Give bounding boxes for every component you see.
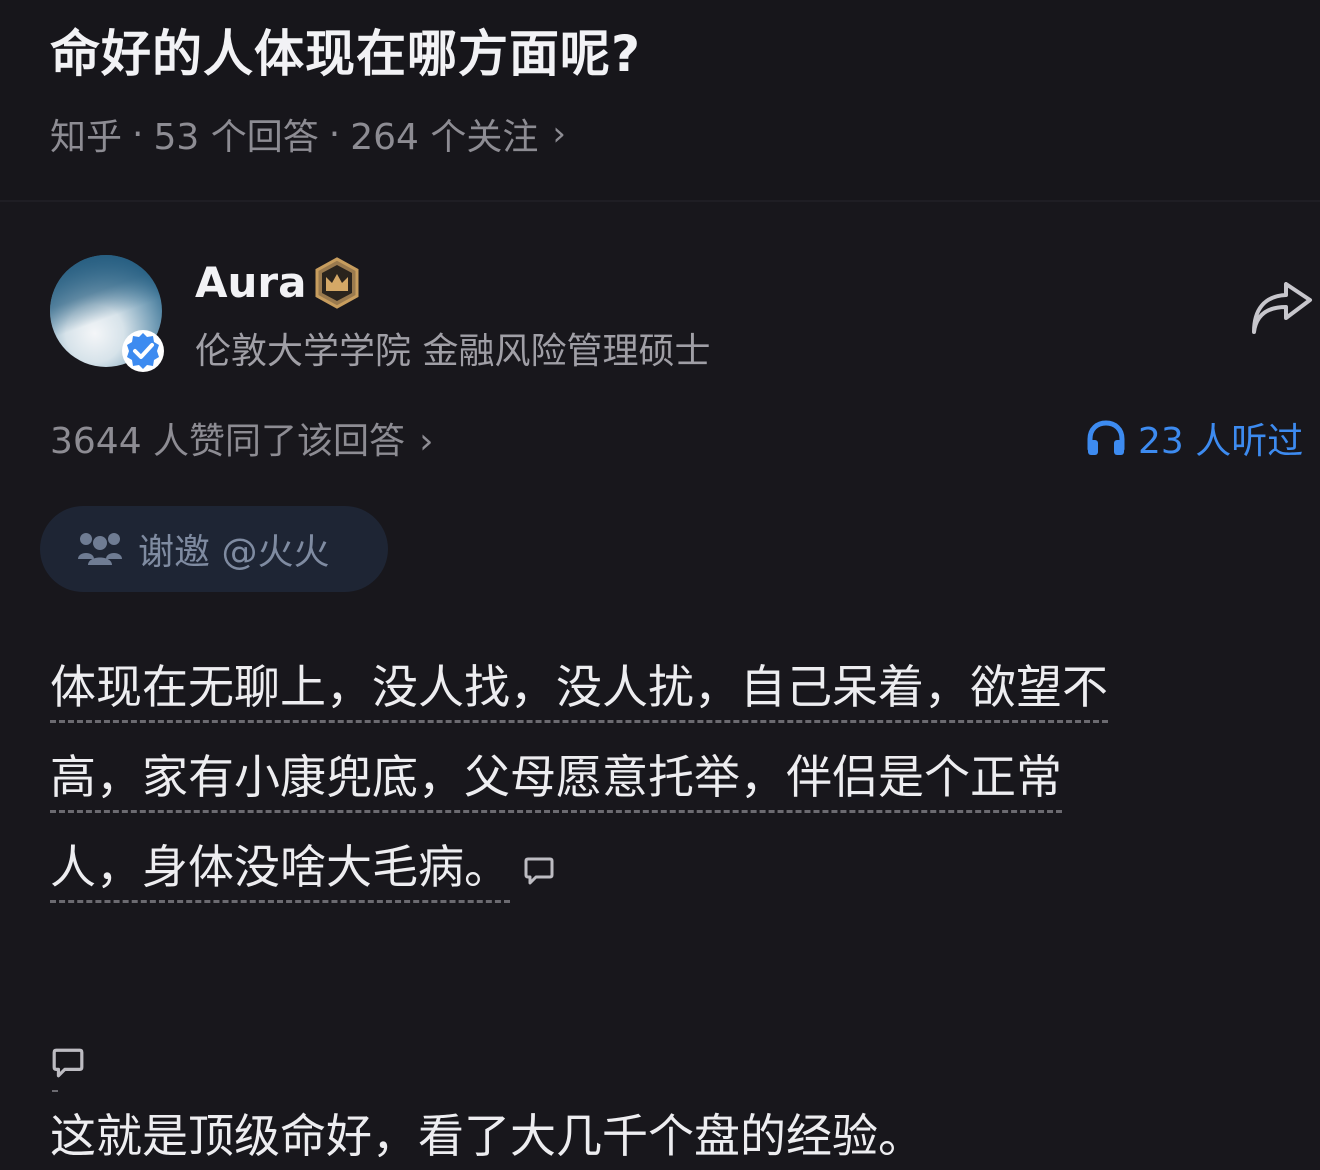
- answer-line[interactable]: 高，家有小康兜底，父母愿意托举，伴侣是个正常: [50, 744, 1062, 813]
- chevron-right-icon: ›: [552, 114, 566, 154]
- answers-count: 53 个回答: [153, 117, 319, 158]
- listen-text: 23 人听过: [1138, 421, 1304, 462]
- share-icon[interactable]: [1248, 282, 1316, 340]
- answer-body: 体现在无聊上，没人找，没人扰，自己呆着，欲望不 高，家有小康兜底，父母愿意托举，…: [50, 646, 1280, 916]
- source-label: 知乎: [50, 117, 123, 158]
- comment-icon[interactable]: [52, 1046, 84, 1080]
- answer-line[interactable]: 人，身体没啥大毛病。: [50, 834, 510, 903]
- author-headline: 伦敦大学学院 金融风险管理硕士: [195, 331, 711, 372]
- author-name[interactable]: Aura: [195, 258, 306, 307]
- headphones-icon: [1087, 420, 1125, 455]
- question-title[interactable]: 命好的人体现在哪方面呢?: [50, 14, 641, 86]
- crown-badge-icon: [315, 257, 359, 309]
- comment-icon[interactable]: [524, 855, 554, 887]
- votes-text: 3644 人赞同了该回答: [50, 421, 406, 462]
- group-icon: [78, 533, 122, 565]
- question-meta[interactable]: 知乎 · 53 个回答 · 264 个关注 ›: [50, 108, 566, 160]
- separator-dot: ·: [132, 113, 144, 155]
- listen-count[interactable]: 23 人听过: [1086, 412, 1303, 464]
- question-header: 命好的人体现在哪方面呢? 知乎 · 53 个回答 · 264 个关注 ›: [0, 0, 1320, 202]
- thanks-label: 谢邀 @火火: [138, 532, 330, 573]
- chevron-right-icon: ›: [419, 421, 434, 462]
- answer-line[interactable]: 体现在无聊上，没人找，没人扰，自己呆着，欲望不: [50, 654, 1108, 723]
- separator-dot-2: ·: [328, 113, 341, 155]
- thanks-invite-chip[interactable]: 谢邀 @火火: [40, 506, 388, 592]
- answer-conclusion[interactable]: 这就是顶级命好，看了大几千个盘的经验。: [50, 1100, 924, 1166]
- verified-check-icon: [122, 330, 164, 372]
- followers-count: 264 个关注: [350, 117, 539, 158]
- votes-summary[interactable]: 3644 人赞同了该回答 ›: [50, 412, 433, 464]
- divider-dash: [52, 1090, 58, 1092]
